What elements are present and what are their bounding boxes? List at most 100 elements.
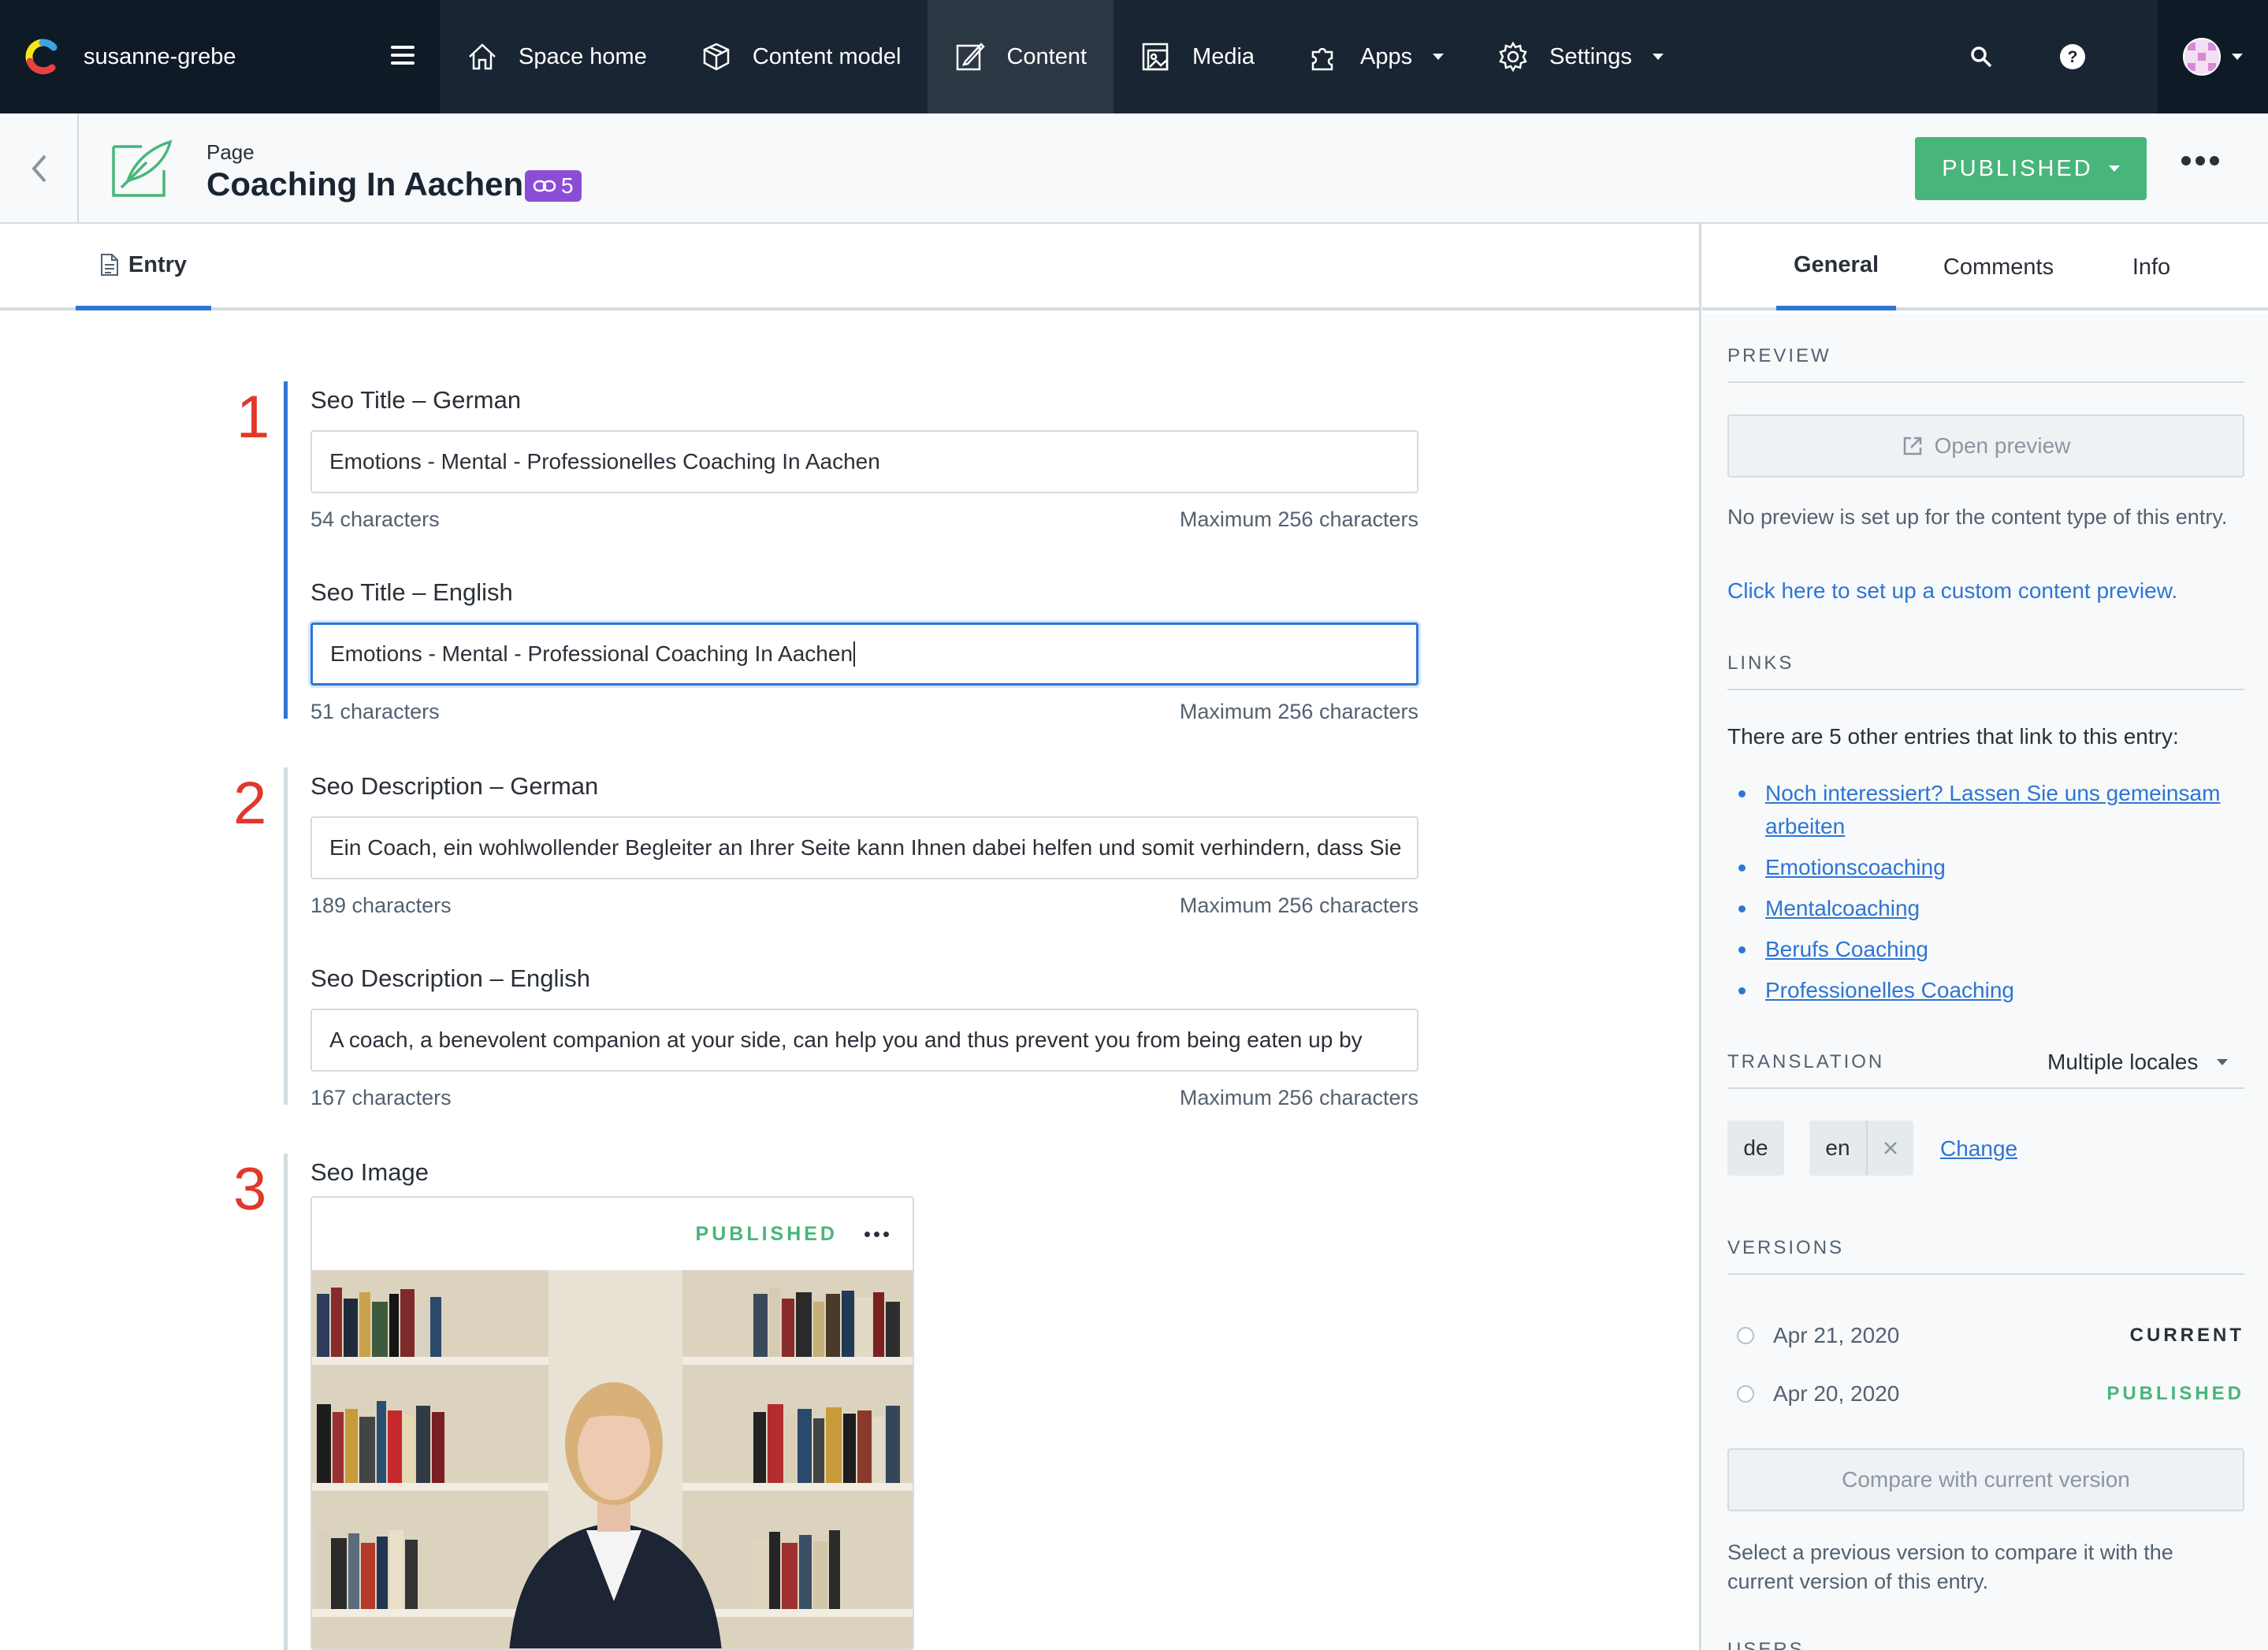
- nav-utilities: ?: [1935, 0, 2268, 113]
- version-date: Apr 21, 2020: [1773, 1323, 1900, 1347]
- content-type-label: Page: [206, 140, 255, 164]
- nav-media[interactable]: Media: [1114, 0, 1281, 113]
- locale-mode-select[interactable]: Multiple locales: [2047, 1050, 2229, 1075]
- publish-status-button[interactable]: PUBLISHED: [1915, 137, 2147, 200]
- document-icon: [100, 254, 118, 276]
- help-icon: ?: [2060, 44, 2085, 69]
- open-preview-button[interactable]: Open preview: [1727, 414, 2244, 478]
- links-section-title: LINKS: [1727, 652, 2244, 690]
- more-actions-button[interactable]: [2181, 156, 2219, 165]
- content-icon: [957, 43, 986, 71]
- character-count: 167 characters: [310, 1086, 452, 1109]
- change-locales-link[interactable]: Change: [1940, 1136, 2017, 1161]
- seo-title-german-input[interactable]: Emotions - Mental - Professionelles Coac…: [310, 430, 1418, 493]
- chevron-left-icon: [32, 154, 46, 183]
- version-status: CURRENT: [2129, 1325, 2244, 1346]
- field-meta: 189 characters Maximum 256 characters: [310, 894, 1418, 918]
- nav-apps[interactable]: Apps: [1281, 0, 1470, 113]
- nav-settings[interactable]: Settings: [1470, 0, 1690, 113]
- asset-card-header: PUBLISHED: [312, 1198, 913, 1270]
- back-button[interactable]: [0, 113, 79, 224]
- tab-comments[interactable]: Comments: [1935, 224, 2062, 310]
- account-menu[interactable]: [2158, 0, 2268, 113]
- contentful-logo-icon: [24, 38, 61, 76]
- list-item: Berufs Coaching: [1727, 933, 2244, 966]
- character-count: 51 characters: [310, 700, 440, 723]
- users-section-title: USERS: [1727, 1639, 1805, 1650]
- versions-note: Select a previous version to compare it …: [1727, 1540, 2173, 1593]
- text-cursor: [853, 641, 856, 667]
- character-limit: Maximum 256 characters: [1179, 700, 1418, 723]
- nav-label: Space home: [519, 43, 647, 69]
- top-navigation: susanne-grebe Space home Content model C…: [0, 0, 2268, 113]
- chevron-down-icon: [1652, 54, 1664, 60]
- character-limit: Maximum 256 characters: [1179, 1086, 1418, 1109]
- chevron-down-icon: [1433, 54, 1444, 60]
- svg-text:?: ?: [2068, 48, 2078, 66]
- home-icon: [469, 43, 496, 70]
- annotation-number-2: 2: [233, 770, 267, 837]
- version-row[interactable]: Apr 20, 2020 PUBLISHED: [1727, 1374, 2244, 1414]
- incoming-link[interactable]: Noch interessiert? Lassen Sie uns gemein…: [1765, 781, 2220, 838]
- nav-content-model[interactable]: Content model: [674, 0, 928, 113]
- nav-label: Media: [1192, 43, 1255, 69]
- seo-description-german-field: Seo Description – German Ein Coach, ein …: [310, 772, 1418, 918]
- nav-label: Apps: [1360, 43, 1413, 69]
- nav-label: Settings: [1549, 43, 1632, 69]
- locale-chip-de: de: [1727, 1120, 1784, 1176]
- publish-status-label: PUBLISHED: [1942, 155, 2093, 181]
- version-radio[interactable]: [1737, 1385, 1754, 1403]
- media-icon: [1142, 43, 1169, 71]
- external-link-icon: [1903, 437, 1921, 455]
- version-date: Apr 20, 2020: [1773, 1381, 1900, 1406]
- close-icon: [1884, 1142, 1897, 1154]
- search-button[interactable]: [1935, 0, 2027, 113]
- help-button[interactable]: ?: [2027, 0, 2118, 113]
- locale-mode-value: Multiple locales: [2047, 1050, 2199, 1074]
- remove-locale-button[interactable]: [1866, 1120, 1913, 1176]
- entry-title: Coaching In Aachen: [206, 165, 524, 203]
- tab-info[interactable]: Info: [2112, 224, 2191, 310]
- entry-sidebar: PREVIEW Open preview No preview is set u…: [1702, 314, 2268, 1650]
- seo-title-german-field: Seo Title – German Emotions - Mental - P…: [310, 386, 1418, 532]
- search-icon: [1971, 46, 1992, 68]
- avatar: [2183, 38, 2221, 76]
- setup-preview-link[interactable]: Click here to set up a custom content pr…: [1727, 578, 2177, 604]
- seo-image-thumbnail: [312, 1270, 913, 1648]
- preview-note: No preview is set up for the content typ…: [1727, 505, 2228, 529]
- seo-description-german-input[interactable]: Ein Coach, ein wohlwollender Begleiter a…: [310, 816, 1418, 879]
- menu-icon[interactable]: [391, 46, 415, 65]
- space-name: susanne-grebe: [84, 43, 236, 69]
- space-switcher[interactable]: susanne-grebe: [0, 0, 440, 113]
- seo-image-field: Seo Image: [310, 1158, 1418, 1191]
- version-row[interactable]: Apr 21, 2020 CURRENT: [1727, 1316, 2244, 1355]
- tab-entry[interactable]: Entry: [76, 224, 211, 310]
- incoming-link[interactable]: Mentalcoaching: [1765, 896, 1920, 920]
- incoming-link[interactable]: Emotionscoaching: [1765, 855, 1946, 879]
- asset-status: PUBLISHED: [695, 1222, 838, 1245]
- character-limit: Maximum 256 characters: [1179, 507, 1418, 531]
- asset-actions-button[interactable]: [864, 1231, 889, 1237]
- nav-space-home[interactable]: Space home: [440, 0, 674, 113]
- link-icon: [533, 180, 556, 192]
- seo-title-english-input[interactable]: Emotions - Mental - Professional Coachin…: [310, 622, 1418, 686]
- incoming-link[interactable]: Berufs Coaching: [1765, 937, 1928, 961]
- compare-versions-button[interactable]: Compare with current version: [1727, 1448, 2244, 1511]
- version-radio[interactable]: [1737, 1327, 1754, 1344]
- character-count: 189 characters: [310, 894, 452, 917]
- seo-image-asset-card[interactable]: PUBLISHED: [310, 1196, 914, 1650]
- field-label: Seo Title – German: [310, 386, 522, 414]
- nav-content[interactable]: Content: [928, 0, 1114, 113]
- list-item: Emotionscoaching: [1727, 851, 2244, 884]
- incoming-links-list: Noch interessiert? Lassen Sie uns gemein…: [1727, 777, 2244, 1015]
- tab-general[interactable]: General: [1776, 224, 1896, 310]
- field-label: Seo Description – German: [310, 772, 599, 800]
- seo-title-group: [284, 381, 288, 719]
- incoming-link[interactable]: Professionelles Coaching: [1765, 978, 2014, 1002]
- puzzle-icon: [1311, 47, 1333, 71]
- list-item: Mentalcoaching: [1727, 892, 2244, 925]
- field-meta: 51 characters Maximum 256 characters: [310, 700, 1418, 724]
- field-label: Seo Image: [310, 1158, 429, 1186]
- seo-description-english-input[interactable]: A coach, a benevolent companion at your …: [310, 1009, 1418, 1072]
- references-badge[interactable]: 5: [525, 170, 582, 202]
